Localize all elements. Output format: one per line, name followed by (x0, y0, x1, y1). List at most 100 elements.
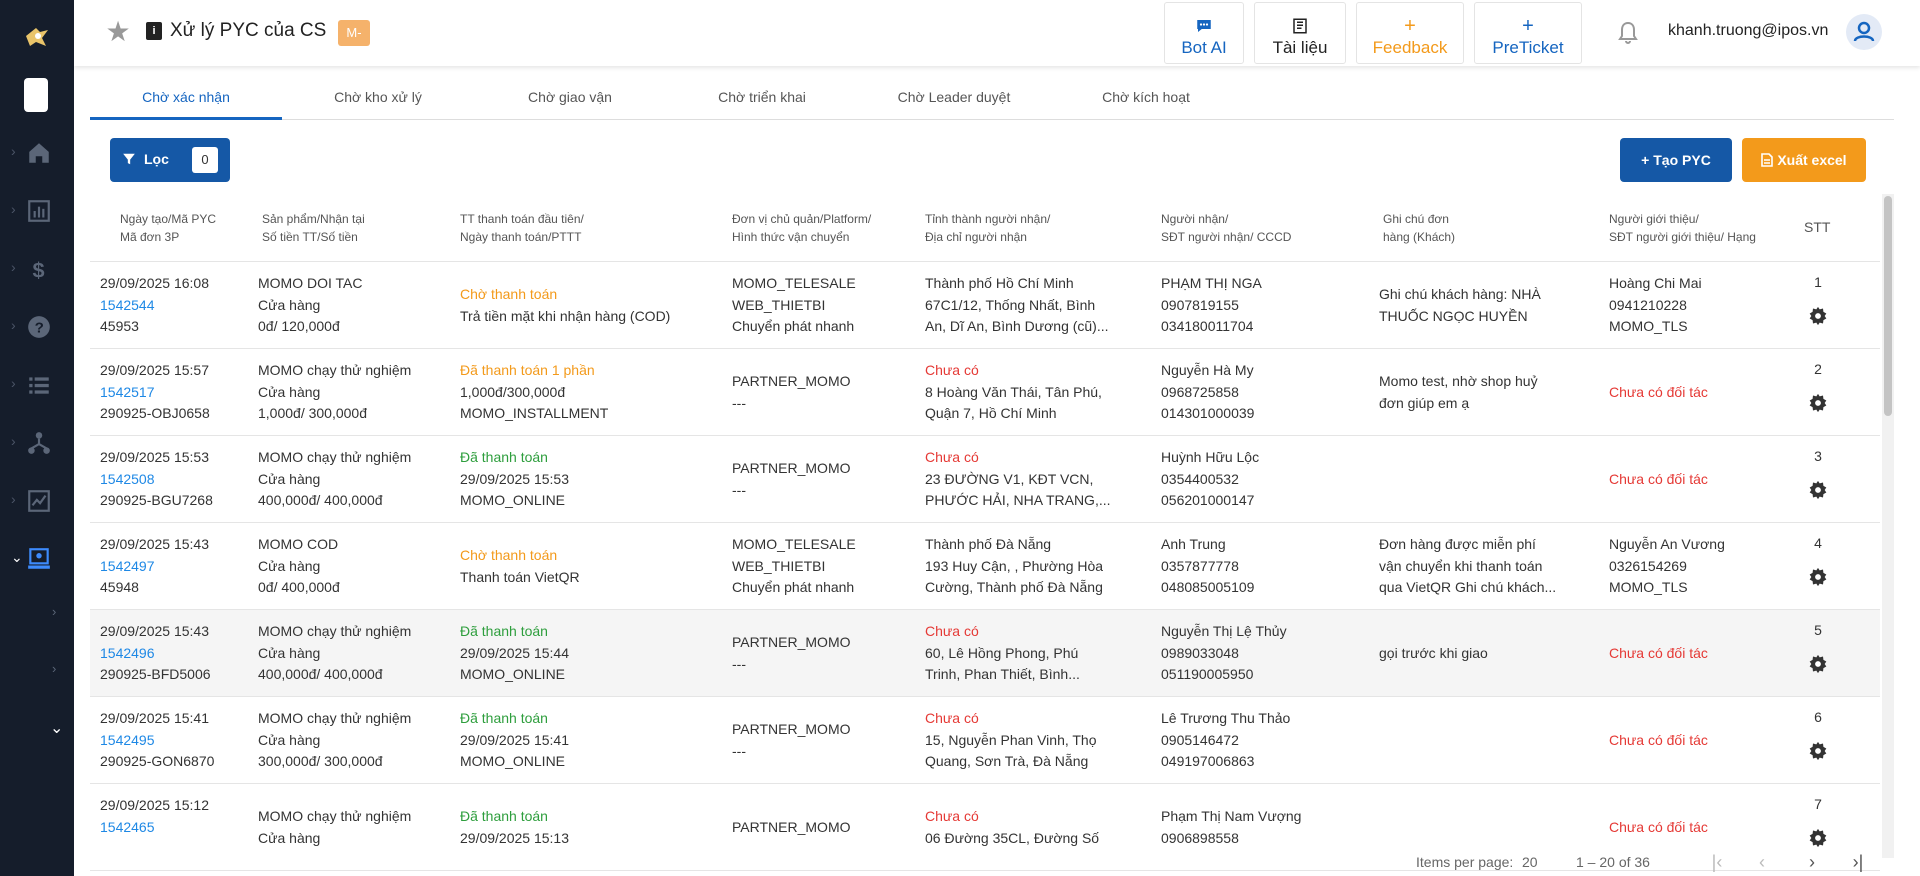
table-row[interactable]: 29/09/2025 15:53 1542508 290925-BGU7268 MOM… (90, 436, 1880, 523)
user-email[interactable]: khanh.truong@ipos.vn (1668, 22, 1828, 40)
column-header[interactable]: Ngày tạo/Mã PYC Mã đơn 3P (120, 210, 216, 246)
cell-c2: MOMO chạy thử nghiệm Cửa hàng 400,000đ/ 40… (258, 449, 412, 509)
star-icon[interactable]: ★ (102, 16, 134, 48)
table-row[interactable]: 29/09/2025 15:57 1542517 290925-OBJ0658 MOM… (90, 349, 1880, 436)
info-icon: i (146, 22, 162, 40)
bell-icon[interactable] (1616, 20, 1640, 46)
cell-c4: PARTNER_MOMO --- (732, 721, 851, 759)
chevron-right-icon: › (11, 433, 16, 449)
tab-cho-giao-van[interactable]: Chờ giao vận (474, 80, 666, 120)
cell-c3: Đã thanh toán 29/09/2025 15:44 MOMO_ONLINE (460, 623, 569, 683)
chevron-right-icon[interactable]: › (52, 661, 56, 676)
table-row[interactable]: 29/09/2025 15:41 1542495 290925-GON6870 MOM… (90, 697, 1880, 784)
next-page-button[interactable]: › (1800, 850, 1824, 874)
sidebar-item-home[interactable]: › (0, 128, 74, 178)
sidebar-item-requests[interactable]: ⌄ (0, 534, 74, 584)
filter-count: 0 (192, 147, 218, 173)
tab-cho-kich-hoat[interactable]: Chờ kích hoạt (1050, 80, 1242, 120)
gear-icon[interactable] (1808, 654, 1828, 674)
column-header[interactable]: TT thanh toán đầu tiên/Ngày thanh toán/P… (460, 210, 584, 246)
pyc-code-link[interactable]: 1542508 (100, 469, 213, 491)
items-per-page-select[interactable]: 20 (1522, 854, 1538, 870)
tab-cho-kho-xu-ly[interactable]: Chờ kho xử lý (282, 80, 474, 120)
feedback-button[interactable]: + Feedback (1356, 2, 1464, 64)
cell-c6: Lê Trương Thu Thảo 0905146472 049197006863 (1161, 710, 1291, 770)
column-header[interactable]: Người nhận/SĐT người nhận/ CCCD (1161, 210, 1291, 246)
pyc-code-link[interactable]: 1542544 (100, 295, 209, 317)
tab-cho-xac-nhan[interactable]: Chờ xác nhận (90, 80, 282, 120)
list-icon (29, 377, 49, 394)
gear-icon[interactable] (1808, 567, 1828, 587)
chevron-right-icon[interactable]: › (52, 604, 56, 619)
sidebar-item-network[interactable]: › (0, 418, 74, 468)
status-badge[interactable]: M- (338, 20, 370, 46)
last-page-button[interactable]: ›| (1846, 850, 1870, 874)
table-row[interactable]: 29/09/2025 15:43 1542496 290925-BFD5006 MOM… (90, 610, 1880, 697)
bot-ai-button[interactable]: Bot AI (1164, 2, 1244, 64)
chevron-right-icon: › (11, 143, 16, 159)
sidebar-item-list[interactable]: › (0, 360, 74, 410)
pyc-code-link[interactable]: 1542465 (100, 817, 209, 839)
cell-c1: 29/09/2025 16:08 1542544 45953 (100, 275, 209, 335)
analytics-icon (28, 490, 50, 512)
cell-c2: MOMO chạy thử nghiệm Cửa hàng 300,000đ/ 30… (258, 710, 412, 770)
cell-c1: 29/09/2025 15:43 1542496 290925-BFD5006 (100, 623, 211, 683)
pyc-code-link[interactable]: 1542517 (100, 382, 210, 404)
document-icon (1761, 152, 1777, 168)
row-stt: 3 (1814, 448, 1822, 464)
tab-cho-leader-duyet[interactable]: Chờ Leader duyệt (858, 80, 1050, 120)
cell-c8: Chưa có đối tác (1609, 818, 1708, 835)
first-page-button[interactable]: |‹ (1705, 850, 1729, 874)
scrollbar-thumb[interactable] (1884, 196, 1892, 416)
table-body: 29/09/2025 16:08 1542544 45953 MOMO DOI TAC… (90, 262, 1880, 871)
cell-c4: PARTNER_MOMO (732, 818, 851, 835)
sidebar-item-help[interactable]: › ? (0, 302, 74, 352)
export-excel-button[interactable]: Xuất excel (1742, 138, 1866, 182)
column-header[interactable]: Người giới thiệu/SĐT người giới thiệu/ H… (1609, 210, 1756, 246)
docs-button[interactable]: Tài liệu (1254, 2, 1346, 64)
sidebar-item-reports[interactable]: › (0, 186, 74, 236)
cell-c2: MOMO chạy thử nghiệm Cửa hàng 400,000đ/ 40… (258, 623, 412, 683)
plus-icon: + (1404, 15, 1416, 37)
app-logo[interactable] (22, 22, 52, 52)
cell-c2: MOMO chạy thử nghiệm Cửa hàng (258, 808, 412, 846)
chevron-down-icon[interactable]: ⌄ (50, 718, 63, 738)
cell-c7: gọi trước khi giao (1379, 644, 1488, 661)
create-pyc-button[interactable]: + Tạo PYC (1620, 138, 1732, 182)
sidebar-toggle[interactable] (24, 78, 48, 112)
gear-icon[interactable] (1808, 306, 1828, 326)
column-header[interactable]: Tỉnh thành người nhận/Địa chỉ người nhận (925, 210, 1050, 246)
table-row[interactable]: 29/09/2025 16:08 1542544 45953 MOMO DOI TAC… (90, 262, 1880, 349)
row-stt: 5 (1814, 622, 1822, 638)
tab-cho-trien-khai[interactable]: Chờ triển khai (666, 80, 858, 120)
cell-c3: Đã thanh toán 29/09/2025 15:41 MOMO_ONLINE (460, 710, 569, 770)
user-icon (1853, 21, 1875, 42)
column-header[interactable]: Sản phẩm/Nhận tại Số tiền TT/Số tiền (262, 210, 365, 246)
gear-icon[interactable] (1808, 480, 1828, 500)
pyc-code-link[interactable]: 1542495 (100, 730, 214, 752)
chevron-right-icon: › (11, 201, 16, 217)
column-header[interactable]: Đơn vị chủ quản/Platform/Hình thức vận c… (732, 210, 871, 246)
bot-ai-label: Bot AI (1181, 38, 1227, 57)
filter-button[interactable]: Lọc 0 (110, 138, 230, 182)
cell-c2: MOMO COD Cửa hàng 0đ/ 400,000đ (258, 536, 340, 596)
help-icon: ? (28, 316, 50, 338)
gear-icon[interactable] (1808, 828, 1828, 848)
dollar-icon: $ (33, 258, 45, 282)
preticket-button[interactable]: + PreTicket (1474, 2, 1582, 64)
gear-icon[interactable] (1808, 393, 1828, 413)
column-header[interactable]: Ghi chú đơn hàng (Khách) (1383, 210, 1455, 246)
pyc-code-link[interactable]: 1542496 (100, 643, 211, 665)
table-row[interactable]: 29/09/2025 15:43 1542497 45948 MOMO COD Cửa … (90, 523, 1880, 610)
avatar[interactable] (1846, 14, 1882, 50)
sidebar-item-analytics[interactable]: › (0, 476, 74, 526)
table-header: Ngày tạo/Mã PYC Mã đơn 3P Sản phẩm/Nhận t… (90, 194, 1880, 262)
column-header[interactable]: STT (1804, 218, 1830, 236)
cell-c5: Thành phố Hồ Chí Minh 67C1/12, Thống Nhất… (925, 275, 1109, 335)
cell-c6: Phạm Thị Nam Vượng 0906898558 (1161, 808, 1302, 846)
pyc-code-link[interactable]: 1542497 (100, 556, 209, 578)
gear-icon[interactable] (1808, 741, 1828, 761)
sidebar-item-finance[interactable]: › $ (0, 244, 74, 294)
prev-page-button[interactable]: ‹ (1750, 850, 1774, 874)
cell-c6: Huỳnh Hữu Lộc 0354400532 056201000147 (1161, 449, 1260, 509)
